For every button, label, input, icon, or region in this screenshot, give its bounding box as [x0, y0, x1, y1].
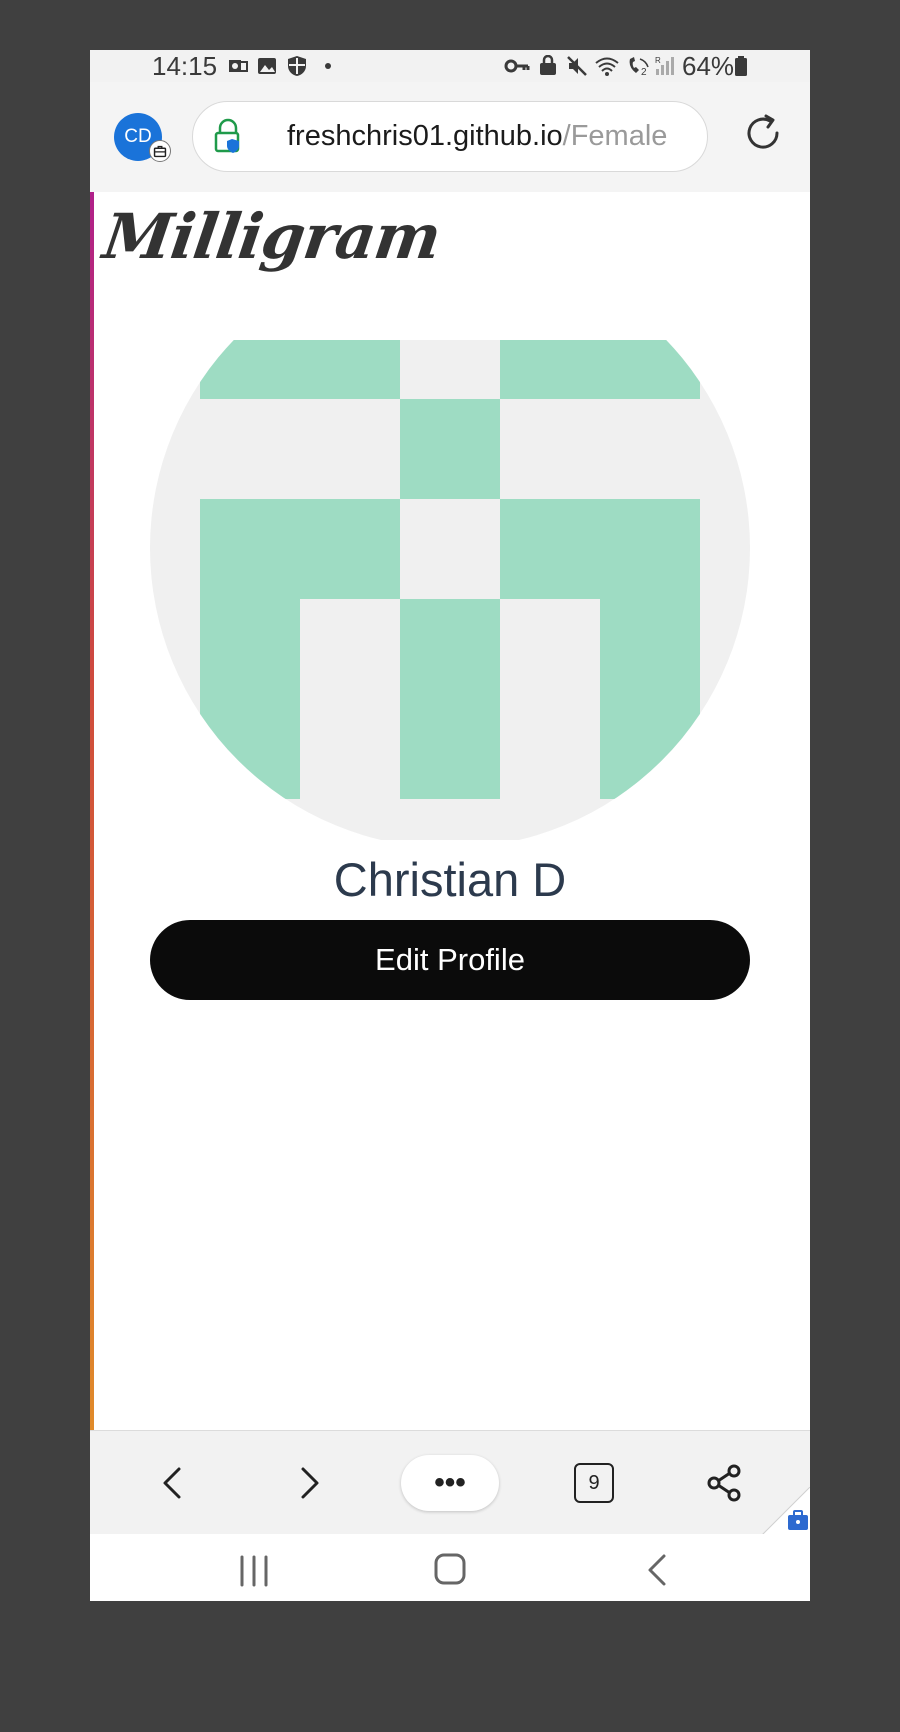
battery-icon: [735, 56, 747, 76]
secure-lock-icon[interactable]: [213, 118, 243, 154]
outlook-icon: [229, 60, 248, 72]
briefcase-icon: [149, 140, 171, 162]
share-icon[interactable]: [702, 1461, 746, 1505]
svg-text:2: 2: [641, 67, 647, 77]
address-bar[interactable]: freshchris01.github.io/Female: [192, 101, 708, 172]
browser-bottom-bar: ••• 9: [90, 1430, 810, 1535]
recent-apps-icon[interactable]: [234, 1554, 274, 1588]
profile-initials: CD: [124, 126, 152, 147]
system-back-icon[interactable]: [642, 1552, 672, 1588]
wifi-icon: [595, 57, 619, 76]
milligram-logo[interactable]: Milligram: [99, 200, 445, 273]
lock-icon: [540, 55, 556, 75]
more-menu-button[interactable]: •••: [401, 1455, 499, 1511]
web-page-content: Milligram Christian D Edit Profile: [90, 192, 810, 1430]
url-path: /Female: [562, 120, 668, 152]
shield-icon: [288, 56, 306, 76]
status-time: 14:15: [152, 51, 218, 81]
work-profile-icon: [762, 1487, 810, 1535]
forward-icon[interactable]: [286, 1461, 330, 1505]
phone-screen: 14:15 2 R 64% CD freshchris01.github.io/…: [90, 50, 810, 1601]
edit-profile-button[interactable]: Edit Profile: [150, 920, 750, 1000]
home-icon[interactable]: [432, 1551, 468, 1587]
gallery-icon: [258, 58, 276, 74]
url-text[interactable]: freshchris01.github.io/Female: [287, 120, 691, 153]
dot-icon: [325, 63, 331, 69]
key-icon: [504, 59, 530, 73]
status-bar: 14:15 2 R 64%: [90, 50, 810, 82]
user-name: Christian D: [333, 853, 567, 906]
system-navigation-bar: [90, 1534, 810, 1601]
svg-text:R: R: [655, 56, 661, 65]
profile-picture: [150, 340, 750, 840]
url-domain: freshchris01.github.io: [287, 120, 563, 152]
tabs-button[interactable]: 9: [574, 1463, 614, 1503]
back-icon[interactable]: [152, 1461, 196, 1505]
edge-accent: [90, 192, 94, 1430]
battery-percent: 64%: [682, 51, 735, 81]
signal-icon: R: [655, 56, 674, 75]
reload-icon[interactable]: [740, 110, 786, 156]
volte-icon: 2: [629, 57, 649, 77]
mute-icon: [567, 56, 587, 76]
